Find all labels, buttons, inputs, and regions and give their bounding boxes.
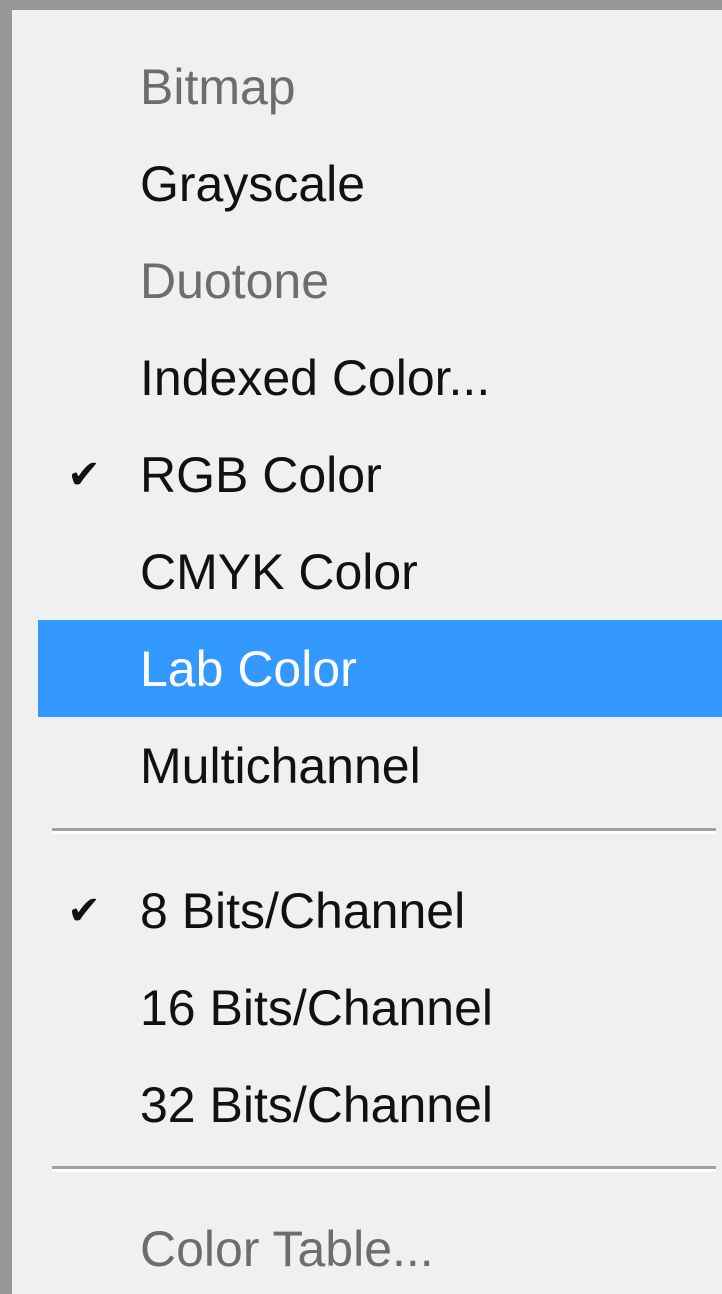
menu-item-indexed-color[interactable]: Indexed Color... bbox=[38, 329, 722, 426]
menu-item-label: Indexed Color... bbox=[140, 349, 491, 406]
checkmark-icon: ✔ bbox=[67, 452, 101, 497]
menu-item-color-table[interactable]: Color Table... bbox=[38, 1200, 722, 1294]
menu-item-label: Grayscale bbox=[140, 155, 366, 212]
menu-item-label: Bitmap bbox=[140, 58, 296, 115]
menu-item-grayscale[interactable]: Grayscale bbox=[38, 135, 722, 232]
menu-item-label: Multichannel bbox=[140, 737, 421, 794]
menu-list: Bitmap Grayscale Duotone Indexed Color..… bbox=[24, 20, 722, 1294]
menu-item-label: Color Table... bbox=[140, 1220, 434, 1277]
menu-item-label: 32 Bits/Channel bbox=[140, 1076, 494, 1133]
menu-item-label: 8 Bits/Channel bbox=[140, 882, 466, 939]
menu-item-label: Duotone bbox=[140, 252, 330, 309]
menu-item-bitmap[interactable]: Bitmap bbox=[38, 38, 722, 135]
menu-item-8-bits-channel[interactable]: ✔ 8 Bits/Channel bbox=[38, 862, 722, 959]
menu-item-multichannel[interactable]: Multichannel bbox=[38, 717, 722, 814]
checkmark-icon: ✔ bbox=[67, 888, 101, 933]
menu-separator bbox=[52, 1166, 716, 1172]
menu-item-label: Lab Color bbox=[140, 640, 357, 697]
menu-item-16-bits-channel[interactable]: 16 Bits/Channel bbox=[38, 959, 722, 1056]
menu-item-rgb-color[interactable]: ✔ RGB Color bbox=[38, 426, 722, 523]
menu-item-cmyk-color[interactable]: CMYK Color bbox=[38, 523, 722, 620]
menu-item-lab-color[interactable]: Lab Color bbox=[38, 620, 722, 717]
menu-item-duotone[interactable]: Duotone bbox=[38, 232, 722, 329]
menu-separator bbox=[52, 828, 716, 834]
menu-item-label: 16 Bits/Channel bbox=[140, 979, 494, 1036]
menu-item-label: CMYK Color bbox=[140, 543, 418, 600]
mode-submenu: Bitmap Grayscale Duotone Indexed Color..… bbox=[0, 0, 722, 1294]
menu-item-32-bits-channel[interactable]: 32 Bits/Channel bbox=[38, 1056, 722, 1153]
menu-item-label: RGB Color bbox=[140, 446, 382, 503]
